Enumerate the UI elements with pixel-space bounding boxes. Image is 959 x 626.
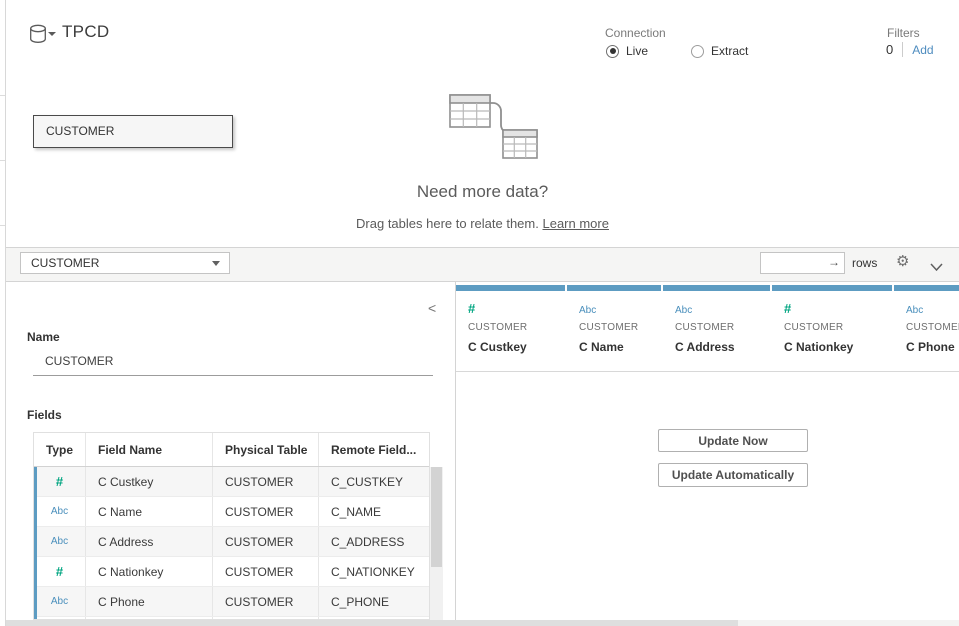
field-row[interactable]: Abc C Address CUSTOMER C_ADDRESS xyxy=(34,527,429,557)
grid-field-name: C Phone xyxy=(906,340,959,354)
live-radio-label[interactable]: Live xyxy=(626,44,648,58)
number-type-icon: # xyxy=(784,301,791,316)
chevron-down-icon[interactable] xyxy=(930,258,943,276)
fields-table-header: Type Field Name Physical Table Remote Fi… xyxy=(34,433,429,467)
string-type-icon: Abc xyxy=(675,305,692,316)
field-row[interactable]: Abc C Phone CUSTOMER C_PHONE xyxy=(34,587,429,617)
gear-icon[interactable]: ⚙ xyxy=(896,252,909,270)
remote-field-cell: C_NATIONKEY xyxy=(319,557,429,586)
filters-label: Filters xyxy=(887,26,920,40)
rows-label: rows xyxy=(852,256,877,270)
field-name-cell: C Name xyxy=(86,497,213,526)
right-arrow-icon: → xyxy=(828,255,840,269)
rail-divider xyxy=(0,95,5,96)
grid-table-name: CUSTOMER xyxy=(579,322,661,333)
scrollbar-thumb[interactable] xyxy=(0,620,738,626)
horizontal-scrollbar[interactable] xyxy=(0,620,959,626)
grid-table-name: CUSTOMER xyxy=(906,322,959,333)
left-rail[interactable] xyxy=(0,0,6,626)
field-name-cell: C Custkey xyxy=(86,467,213,496)
grid-table-name: CUSTOMER xyxy=(784,322,892,333)
table-select-value: CUSTOMER xyxy=(31,256,99,270)
rail-divider xyxy=(0,160,5,161)
string-type-icon: Abc xyxy=(51,506,68,517)
column-header-remote-field[interactable]: Remote Field... xyxy=(319,433,429,466)
name-input[interactable]: CUSTOMER xyxy=(45,354,113,368)
fields-table: Type Field Name Physical Table Remote Fi… xyxy=(33,432,430,620)
customer-table-chip[interactable]: CUSTOMER xyxy=(33,115,233,148)
grid-column-header[interactable]: Abc CUSTOMER C Address xyxy=(663,285,770,371)
empty-state-subtitle-text: Drag tables here to relate them. xyxy=(356,216,539,231)
related-tables-illustration xyxy=(433,92,539,169)
live-radio[interactable] xyxy=(606,45,619,58)
number-type-icon: # xyxy=(468,301,475,316)
grid-field-name: C Custkey xyxy=(468,340,565,354)
grid-field-name: C Address xyxy=(675,340,770,354)
field-name-cell: C Nationkey xyxy=(86,557,213,586)
update-automatically-button[interactable]: Update Automatically xyxy=(658,463,808,487)
remote-field-cell: C_NAME xyxy=(319,497,429,526)
datasource-title[interactable]: TPCD xyxy=(62,22,109,42)
number-type-icon: # xyxy=(56,564,63,579)
collapse-panel-icon[interactable]: < xyxy=(428,300,436,316)
remote-field-cell: C_ADDRESS xyxy=(319,527,429,556)
filters-count: 0 xyxy=(886,42,893,57)
physical-table-cell: CUSTOMER xyxy=(213,527,319,556)
selected-rows-stripe xyxy=(34,467,37,619)
empty-state-subtitle: Drag tables here to relate them. Learn m… xyxy=(6,216,959,231)
physical-table-cell: CUSTOMER xyxy=(213,467,319,496)
field-name-cell: C Address xyxy=(86,527,213,556)
extract-radio[interactable] xyxy=(691,45,704,58)
connection-label: Connection xyxy=(605,26,666,40)
fields-label: Fields xyxy=(27,408,62,422)
column-header-type[interactable]: Type xyxy=(34,433,86,466)
field-row[interactable]: # C Custkey CUSTOMER C_CUSTKEY xyxy=(34,467,429,497)
extract-radio-label[interactable]: Extract xyxy=(711,44,748,58)
grid-column-header[interactable]: Abc CUSTOMER C Name xyxy=(567,285,661,371)
grid-column-header[interactable]: Abc CUSTOMER C Phone xyxy=(894,285,959,371)
filters-controls: 0 Add xyxy=(886,42,934,57)
scrollbar-thumb[interactable] xyxy=(431,467,442,567)
rail-divider xyxy=(0,225,5,226)
field-row[interactable]: # C Nationkey CUSTOMER C_NATIONKEY xyxy=(34,557,429,587)
physical-table-cell: CUSTOMER xyxy=(213,587,319,616)
table-select-dropdown[interactable]: CUSTOMER xyxy=(20,252,230,274)
grid-header-border xyxy=(456,371,959,372)
grid-column-header[interactable]: # CUSTOMER C Custkey xyxy=(456,285,565,371)
string-type-icon: Abc xyxy=(906,305,923,316)
database-icon[interactable] xyxy=(29,24,47,49)
name-input-underline xyxy=(33,375,433,376)
string-type-icon: Abc xyxy=(51,536,68,547)
field-row[interactable]: Abc C Name CUSTOMER C_NAME xyxy=(34,497,429,527)
database-menu-caret-icon[interactable] xyxy=(48,32,56,36)
column-header-physical-table[interactable]: Physical Table xyxy=(213,433,319,466)
dropdown-caret-icon xyxy=(212,261,220,266)
grid-column-header[interactable]: # CUSTOMER C Nationkey xyxy=(772,285,892,371)
number-type-icon: # xyxy=(56,474,63,489)
remote-field-cell: C_PHONE xyxy=(319,587,429,616)
update-now-button[interactable]: Update Now xyxy=(658,429,808,452)
filters-add-link[interactable]: Add xyxy=(912,43,933,57)
learn-more-link[interactable]: Learn more xyxy=(542,216,608,231)
physical-table-cell: CUSTOMER xyxy=(213,497,319,526)
column-header-field-name[interactable]: Field Name xyxy=(86,433,213,466)
connection-options: Live Extract xyxy=(606,44,748,58)
data-grid-header-row: # CUSTOMER C Custkey Abc CUSTOMER C Name… xyxy=(456,285,959,371)
physical-table-cell: CUSTOMER xyxy=(213,557,319,586)
divider xyxy=(902,42,903,57)
fields-table-scrollbar[interactable] xyxy=(430,467,443,620)
grid-table-name: CUSTOMER xyxy=(468,322,565,333)
string-type-icon: Abc xyxy=(51,596,68,607)
string-type-icon: Abc xyxy=(579,305,596,316)
empty-state-title: Need more data? xyxy=(6,182,959,202)
remote-field-cell: C_CUSTKEY xyxy=(319,467,429,496)
grid-field-name: C Name xyxy=(579,340,661,354)
tableau-datasource-page: TPCD Connection Live Extract Filters 0 A… xyxy=(0,0,959,626)
grid-table-name: CUSTOMER xyxy=(675,322,770,333)
field-name-cell: C Phone xyxy=(86,587,213,616)
name-label: Name xyxy=(27,330,60,344)
grid-field-name: C Nationkey xyxy=(784,340,892,354)
